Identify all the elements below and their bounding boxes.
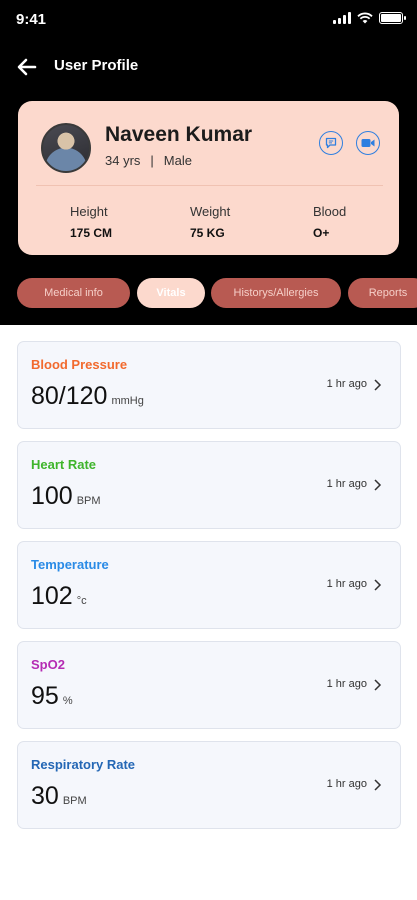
chat-button[interactable]: [319, 131, 343, 155]
vital-value-row: 102 °c: [31, 582, 87, 611]
video-call-button[interactable]: [356, 131, 380, 155]
vital-time: 1 hr ago: [326, 578, 367, 590]
vital-value: 100: [31, 482, 73, 510]
vital-name: Temperature: [31, 557, 109, 572]
weight-label: Weight: [190, 204, 231, 219]
vital-value: 102: [31, 582, 73, 610]
profile-age: 34 yrs: [105, 153, 141, 168]
arrow-left-icon: [17, 58, 37, 76]
status-time: 9:41: [16, 11, 47, 28]
height-value: 175 CM: [70, 226, 113, 240]
tab-bar: Medical info Vitals Historys/Allergies R…: [17, 278, 417, 308]
chevron-right-icon: [374, 779, 382, 791]
tab-vitals[interactable]: Vitals: [137, 278, 205, 308]
status-icons: [333, 12, 406, 24]
vital-name: Respiratory Rate: [31, 757, 136, 772]
profile-gender: Male: [163, 153, 192, 168]
vital-unit: %: [62, 695, 73, 707]
vital-value-row: 100 BPM: [31, 482, 101, 511]
vital-value: 30: [31, 782, 59, 810]
profile-name: Naveen Kumar: [105, 123, 253, 146]
height-label: Height: [70, 204, 108, 219]
status-bar: 9:41: [0, 0, 417, 42]
vital-time: 1 hr ago: [326, 478, 367, 490]
vital-time: 1 hr ago: [326, 678, 367, 690]
wifi-icon: [357, 12, 373, 24]
chevron-right-icon: [374, 479, 382, 491]
weight-value: 75 KG: [190, 226, 225, 240]
avatar: [41, 123, 91, 173]
vital-unit: BPM: [76, 495, 101, 507]
vital-time: 1 hr ago: [326, 378, 367, 390]
chevron-right-icon: [374, 579, 382, 591]
vital-value: 95: [31, 682, 59, 710]
tab-reports[interactable]: Reports: [348, 278, 417, 308]
vital-value-row: 80/120 mmHg: [31, 382, 144, 411]
profile-card: Naveen Kumar 34 yrs | Male Height 175 CM…: [18, 101, 399, 255]
chevron-right-icon: [374, 379, 382, 391]
vital-card-spo2[interactable]: SpO2 95% 1 hr ago: [17, 641, 401, 729]
vital-card-heart-rate[interactable]: Heart Rate 100 BPM 1 hr ago: [17, 441, 401, 529]
vital-name: Blood Pressure: [31, 357, 128, 372]
vital-name: SpO2: [31, 657, 65, 672]
app-header: User Profile: [0, 50, 417, 84]
vital-unit: mmHg: [111, 395, 144, 407]
vital-card-blood-pressure[interactable]: Blood Pressure 80/120 mmHg 1 hr ago: [17, 341, 401, 429]
tab-medical-info[interactable]: Medical info: [17, 278, 130, 308]
back-button[interactable]: [14, 54, 40, 80]
signal-icon: [333, 12, 351, 24]
profile-meta: 34 yrs | Male: [105, 153, 192, 168]
vital-card-temperature[interactable]: Temperature 102 °c 1 hr ago: [17, 541, 401, 629]
chat-icon: [325, 137, 337, 149]
meta-separator: |: [150, 153, 154, 168]
card-divider: [36, 185, 383, 186]
blood-label: Blood: [313, 204, 347, 219]
vital-value: 80/120: [31, 382, 108, 410]
vital-time: 1 hr ago: [326, 778, 367, 790]
vital-card-respiratory-rate[interactable]: Respiratory Rate 30 BPM 1 hr ago: [17, 741, 401, 829]
battery-icon: [379, 12, 406, 24]
vital-value-row: 30 BPM: [31, 782, 87, 811]
tab-history-allergies[interactable]: Historys/Allergies: [211, 278, 341, 308]
vital-value-row: 95%: [31, 682, 73, 711]
blood-value: O+: [313, 226, 330, 240]
video-camera-icon: [361, 139, 375, 147]
vital-name: Heart Rate: [31, 457, 97, 472]
vital-unit: BPM: [62, 795, 87, 807]
vital-unit: °c: [76, 595, 87, 607]
chevron-right-icon: [374, 679, 382, 691]
page-title: User Profile: [54, 57, 139, 74]
